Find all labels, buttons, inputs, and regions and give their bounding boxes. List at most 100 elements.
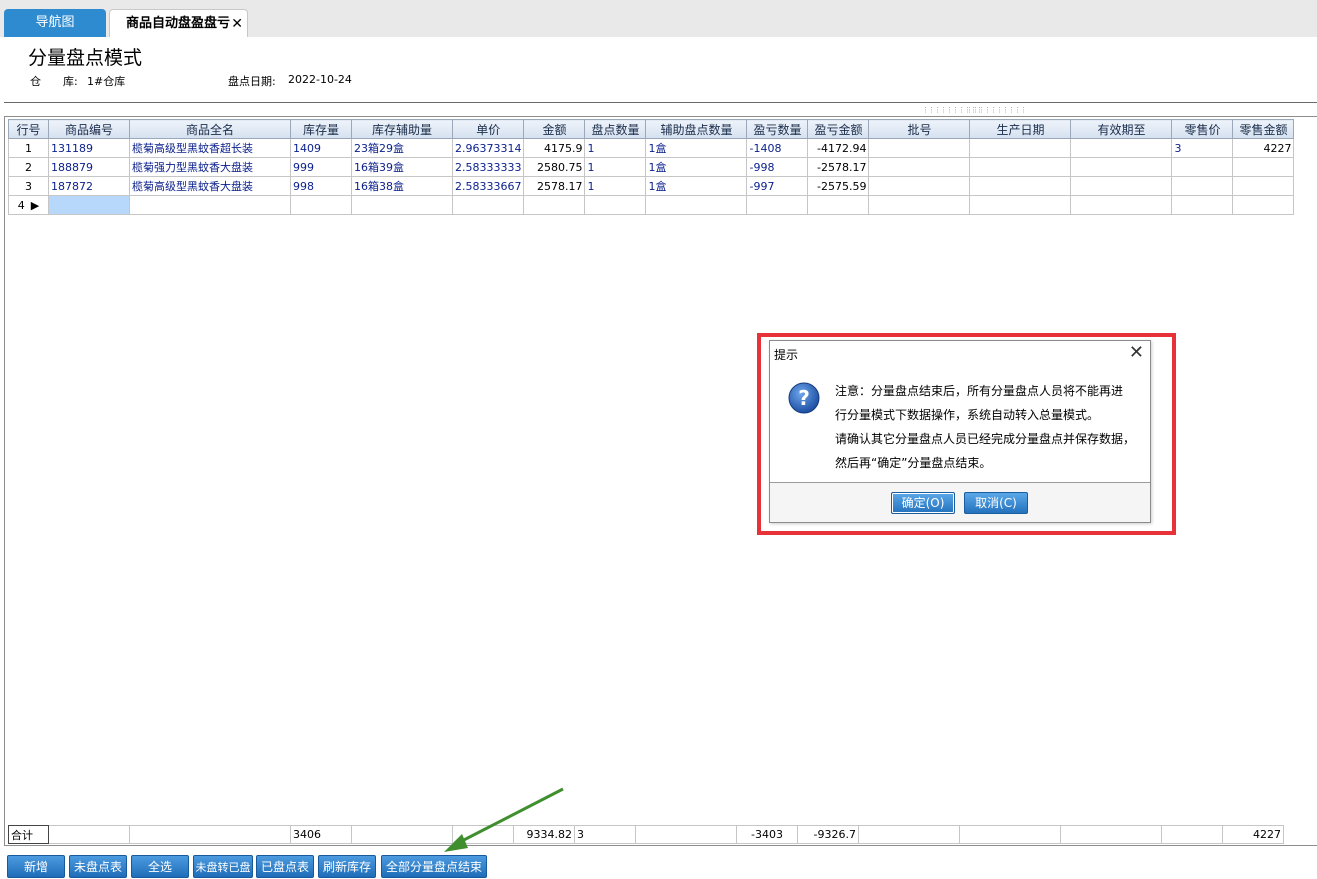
cell-diff-qty[interactable]: -1408 bbox=[746, 138, 809, 158]
cell-expiry-date[interactable] bbox=[1070, 195, 1173, 215]
close-icon[interactable]: ✕ bbox=[231, 10, 243, 38]
cell-unit-price[interactable]: 2.58333333 bbox=[451, 157, 525, 177]
cell-aux-count-qty[interactable]: 1盒 bbox=[645, 176, 748, 196]
cell-stock-aux-qty[interactable]: 16箱39盒 bbox=[351, 157, 453, 177]
column-header-item-code[interactable]: 商品编号 bbox=[48, 119, 130, 139]
column-header-production-date[interactable]: 生产日期 bbox=[969, 119, 1072, 139]
cell-diff-qty[interactable]: -998 bbox=[746, 157, 809, 177]
cell-stock-qty[interactable] bbox=[290, 195, 352, 215]
cell-amount[interactable]: 2578.17 bbox=[523, 176, 586, 196]
tab-navigation[interactable]: 导航图 bbox=[4, 9, 106, 37]
column-header-aux-count-qty[interactable]: 辅助盘点数量 bbox=[645, 119, 748, 139]
cancel-button[interactable]: 取消(C) bbox=[964, 492, 1028, 514]
cell-item-name[interactable]: 榄菊高级型黑蚊香超长装 bbox=[129, 138, 291, 158]
finish-all-partial-count-button[interactable]: 全部分量盘点结束 bbox=[381, 855, 487, 878]
cell-diff-amount[interactable]: -2575.59 bbox=[807, 176, 870, 196]
cell-expiry-date[interactable] bbox=[1070, 138, 1173, 158]
dialog-line: 然后再“确定”分量盘点结束。 bbox=[835, 456, 992, 470]
cell-unit-price[interactable]: 2.96373314 bbox=[451, 138, 525, 158]
new-row[interactable]: 4 ▶ bbox=[8, 195, 1295, 215]
cell-expiry-date[interactable] bbox=[1070, 157, 1173, 177]
cell-stock-aux-qty[interactable]: 16箱38盒 bbox=[351, 176, 453, 196]
cell-stock-qty[interactable]: 998 bbox=[290, 176, 352, 196]
cell-stock-aux-qty[interactable] bbox=[351, 195, 453, 215]
cell-batch-no[interactable] bbox=[868, 195, 971, 215]
tab-auto-inventory[interactable]: 商品自动盘盈盘亏 ✕ bbox=[109, 9, 248, 37]
cell-retail-price[interactable] bbox=[1171, 176, 1234, 196]
cell-aux-count-qty[interactable] bbox=[645, 195, 748, 215]
cell-row-number[interactable]: 4 ▶ bbox=[8, 195, 49, 215]
cell-aux-count-qty[interactable]: 1盒 bbox=[645, 138, 748, 158]
column-header-unit-price[interactable]: 单价 bbox=[451, 119, 525, 139]
cell-unit-price[interactable]: 2.58333667 bbox=[451, 176, 525, 196]
cell-item-code[interactable]: 131189 bbox=[48, 138, 130, 158]
column-header-count-qty[interactable]: 盘点数量 bbox=[584, 119, 647, 139]
column-header-diff-amount[interactable]: 盈亏金额 bbox=[807, 119, 870, 139]
cell-production-date[interactable] bbox=[969, 176, 1072, 196]
cell-batch-no[interactable] bbox=[868, 138, 971, 158]
cell-item-name[interactable]: 榄菊高级型黑蚊香大盘装 bbox=[129, 176, 291, 196]
column-header-stock-qty[interactable]: 库存量 bbox=[290, 119, 352, 139]
cell-item-code[interactable]: 188879 bbox=[48, 157, 130, 177]
cell-unit-price[interactable] bbox=[451, 195, 525, 215]
cell-row-number[interactable]: 1 bbox=[8, 138, 49, 158]
cell-retail-amount[interactable] bbox=[1232, 195, 1295, 215]
cell-count-qty[interactable]: 1 bbox=[584, 157, 647, 177]
cell-item-name[interactable]: 榄菊强力型黑蚊香大盘装 bbox=[129, 157, 291, 177]
cell-retail-amount[interactable] bbox=[1232, 157, 1295, 177]
column-header-stock-aux-qty[interactable]: 库存辅助量 bbox=[351, 119, 453, 139]
column-header-expiry-date[interactable]: 有效期至 bbox=[1070, 119, 1173, 139]
column-header-diff-qty[interactable]: 盈亏数量 bbox=[746, 119, 809, 139]
cell-retail-price[interactable] bbox=[1171, 157, 1234, 177]
cell-batch-no[interactable] bbox=[868, 176, 971, 196]
dialog-message: 注意：分量盘点结束后，所有分量盘点人员将不能再进 行分量模式下数据操作，系统自动… bbox=[835, 379, 1145, 475]
cell-row-number[interactable]: 3 bbox=[8, 176, 49, 196]
cell-production-date[interactable] bbox=[969, 138, 1072, 158]
cell-expiry-date[interactable] bbox=[1070, 176, 1173, 196]
cell-production-date[interactable] bbox=[969, 195, 1072, 215]
cell-amount[interactable]: 2580.75 bbox=[523, 157, 586, 177]
cell-count-qty[interactable] bbox=[584, 195, 647, 215]
cell-count-qty[interactable]: 1 bbox=[584, 138, 647, 158]
splitter-grip-icon[interactable]: ⋮⋮⋮⋮⋮⋮⋮⋮⋮⋮ bbox=[966, 106, 1027, 114]
cell-retail-amount[interactable]: 4227 bbox=[1232, 138, 1295, 158]
cell-amount[interactable] bbox=[523, 195, 586, 215]
cell-amount[interactable]: 4175.9 bbox=[523, 138, 586, 158]
cell-stock-aux-qty[interactable]: 23箱29盒 bbox=[351, 138, 453, 158]
table-row[interactable]: 2 188879 榄菊强力型黑蚊香大盘装 999 16箱39盒 2.58333333 258… bbox=[8, 157, 1295, 177]
column-header-retail-price[interactable]: 零售价 bbox=[1171, 119, 1234, 139]
cell-retail-price[interactable] bbox=[1171, 195, 1234, 215]
add-button[interactable]: 新增 bbox=[7, 855, 65, 878]
column-header-amount[interactable]: 金额 bbox=[523, 119, 586, 139]
cell-stock-qty[interactable]: 1409 bbox=[290, 138, 352, 158]
cell-production-date[interactable] bbox=[969, 157, 1072, 177]
cell-aux-count-qty[interactable]: 1盒 bbox=[645, 157, 748, 177]
column-header-retail-amount[interactable]: 零售金额 bbox=[1232, 119, 1295, 139]
cell-item-code[interactable] bbox=[48, 195, 130, 215]
select-all-button[interactable]: 全选 bbox=[131, 855, 189, 878]
cell-diff-amount[interactable] bbox=[807, 195, 870, 215]
cell-diff-qty[interactable] bbox=[746, 195, 809, 215]
column-header-item-name[interactable]: 商品全名 bbox=[129, 119, 291, 139]
cell-row-number[interactable]: 2 bbox=[8, 157, 49, 177]
counted-list-button[interactable]: 已盘点表 bbox=[256, 855, 314, 878]
cell-retail-price[interactable]: 3 bbox=[1171, 138, 1234, 158]
cell-diff-amount[interactable]: -4172.94 bbox=[807, 138, 870, 158]
cell-diff-qty[interactable]: -997 bbox=[746, 176, 809, 196]
refresh-stock-button[interactable]: 刷新库存 bbox=[318, 855, 376, 878]
column-header-row-number[interactable]: 行号 bbox=[8, 119, 49, 139]
cell-diff-amount[interactable]: -2578.17 bbox=[807, 157, 870, 177]
cell-batch-no[interactable] bbox=[868, 157, 971, 177]
cell-retail-amount[interactable] bbox=[1232, 176, 1295, 196]
table-row[interactable]: 3 187872 榄菊高级型黑蚊香大盘装 998 16箱38盒 2.58333667 257… bbox=[8, 176, 1295, 196]
close-icon[interactable]: ✕ bbox=[1129, 342, 1144, 363]
column-header-batch-no[interactable]: 批号 bbox=[868, 119, 971, 139]
cell-count-qty[interactable]: 1 bbox=[584, 176, 647, 196]
cell-item-name[interactable] bbox=[129, 195, 291, 215]
uncounted-to-counted-button[interactable]: 未盘转已盘 bbox=[193, 855, 253, 878]
ok-button[interactable]: 确定(O) bbox=[891, 492, 955, 514]
uncounted-list-button[interactable]: 未盘点表 bbox=[69, 855, 127, 878]
table-row[interactable]: 1 131189 榄菊高级型黑蚊香超长装 1409 23箱29盒 2.96373314 41… bbox=[8, 138, 1295, 158]
cell-stock-qty[interactable]: 999 bbox=[290, 157, 352, 177]
cell-item-code[interactable]: 187872 bbox=[48, 176, 130, 196]
